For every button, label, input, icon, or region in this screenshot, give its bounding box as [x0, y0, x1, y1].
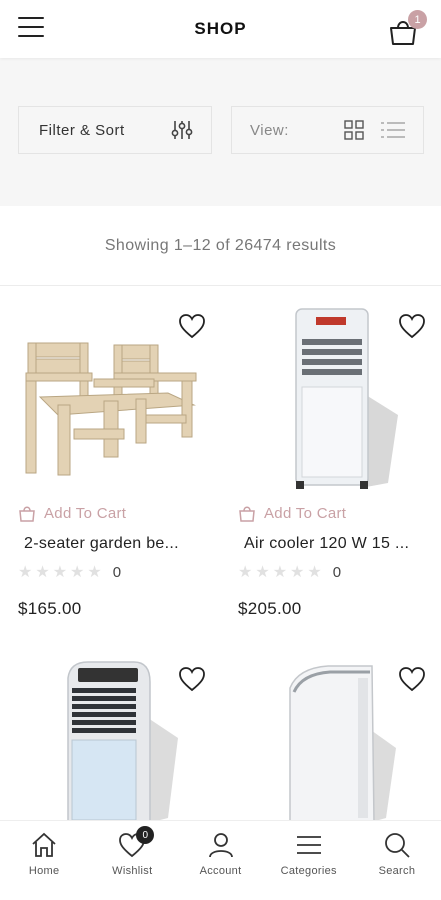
add-to-cart-label: Add To Cart: [44, 504, 127, 522]
bag-icon: [239, 506, 255, 522]
toolbar-strip: Filter & Sort View:: [0, 58, 441, 206]
rating-count: 0: [112, 563, 122, 581]
nav-account[interactable]: Account: [176, 821, 264, 900]
star-rating-icon: ★★★★★: [238, 564, 325, 581]
results-count: Showing 1–12 of 26474 results: [0, 206, 441, 286]
product-price: $165.00: [18, 599, 82, 618]
cart-count-badge: 1: [408, 10, 427, 29]
list-view-icon[interactable]: [380, 120, 406, 140]
menu-icon: [296, 836, 321, 854]
home-icon: [32, 832, 56, 857]
hamburger-menu-icon[interactable]: [18, 17, 44, 39]
nav-label: Wishlist: [112, 865, 153, 877]
bottom-navigation: Home 0 Wishlist Account Categories Searc…: [0, 820, 441, 900]
add-to-cart-button[interactable]: Add To Cart: [18, 503, 218, 523]
wishlist-heart-icon[interactable]: [178, 313, 206, 339]
product-image[interactable]: [18, 305, 206, 495]
evaporative-cooler-image: [67, 661, 178, 824]
search-icon: [385, 833, 410, 858]
wishlist-heart-icon[interactable]: [398, 666, 426, 692]
filter-sort-label: Filter & Sort: [39, 121, 125, 139]
nav-label: Categories: [280, 865, 337, 877]
air-cooler-image: [295, 308, 398, 489]
garden-bench-image: [25, 342, 197, 476]
nav-label: Account: [199, 865, 242, 877]
wishlist-count-badge: 0: [136, 826, 155, 844]
add-to-cart-button[interactable]: Add To Cart: [238, 503, 438, 523]
product-card[interactable]: Add To Cart 2-seater garden be... ★★★★★ …: [18, 305, 218, 619]
view-toggle: View:: [231, 106, 424, 154]
product-price: $205.00: [238, 599, 302, 618]
sliders-icon: [171, 121, 193, 139]
tower-cooler-image: [289, 665, 396, 824]
add-to-cart-label: Add To Cart: [264, 504, 347, 522]
view-label: View:: [250, 121, 289, 139]
rating-count: 0: [332, 563, 342, 581]
nav-search[interactable]: Search: [353, 821, 441, 900]
nav-label: Search: [378, 865, 416, 877]
product-name[interactable]: Air cooler 120 W 15 ...: [238, 535, 438, 553]
product-card[interactable]: Add To Cart Air cooler 120 W 15 ... ★★★★…: [238, 305, 438, 619]
product-rating: ★★★★★ 0: [238, 563, 438, 582]
product-name[interactable]: 2-seater garden be...: [18, 535, 218, 553]
nav-home[interactable]: Home: [0, 821, 88, 900]
page-title: SHOP: [194, 19, 247, 38]
wishlist-heart-icon[interactable]: [178, 666, 206, 692]
cart-button[interactable]: 1: [387, 10, 427, 46]
filter-sort-button[interactable]: Filter & Sort: [18, 106, 212, 154]
nav-label: Home: [28, 865, 60, 877]
user-icon: [208, 833, 233, 858]
bag-icon: [19, 506, 35, 522]
nav-categories[interactable]: Categories: [265, 821, 353, 900]
grid-view-icon[interactable]: [344, 120, 364, 140]
star-rating-icon: ★★★★★: [18, 564, 105, 581]
wishlist-heart-icon[interactable]: [398, 313, 426, 339]
product-image[interactable]: [238, 305, 426, 495]
top-bar: SHOP 1: [0, 0, 441, 58]
nav-wishlist[interactable]: 0 Wishlist: [88, 821, 176, 900]
product-rating: ★★★★★ 0: [18, 563, 218, 582]
